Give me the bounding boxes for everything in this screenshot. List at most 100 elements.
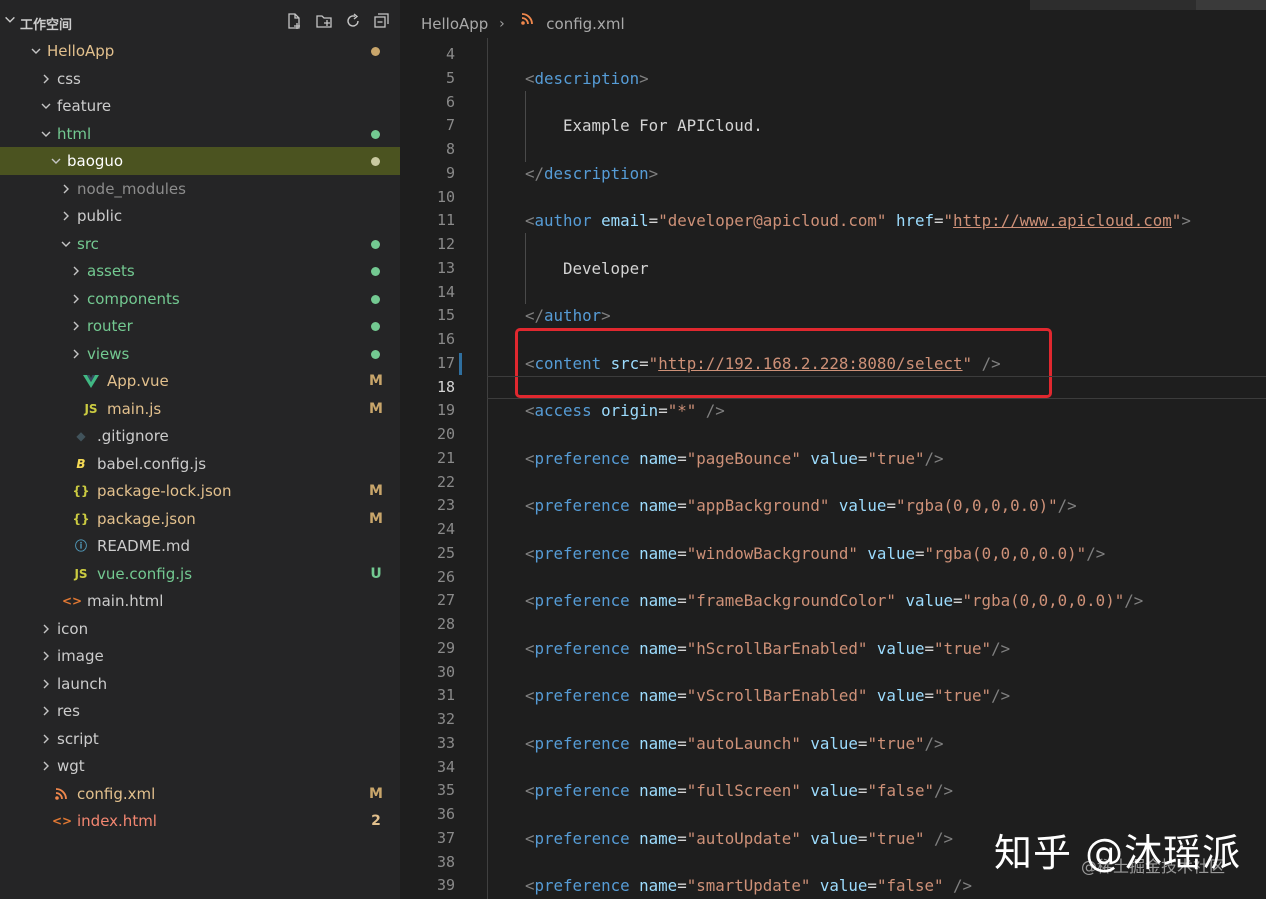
tree-item-label: baoguo (67, 152, 124, 171)
code-line[interactable]: 4 (401, 43, 1266, 67)
code-line[interactable]: 28 (401, 613, 1266, 637)
folder-item[interactable]: res (0, 697, 400, 725)
line-number: 22 (436, 472, 455, 491)
file-item[interactable]: ◆ .gitignore (0, 422, 400, 450)
chevron-right-icon[interactable] (60, 182, 72, 196)
code-line[interactable]: 35 <preference name="fullScreen" value="f… (401, 779, 1266, 803)
folder-item[interactable]: node_modules (0, 175, 400, 203)
code-line[interactable]: 31 <preference name="vScrollBarEnabled" v… (401, 684, 1266, 708)
line-number: 11 (436, 211, 455, 230)
folder-item[interactable]: icon (0, 615, 400, 643)
file-item[interactable]: App.vue M (0, 367, 400, 395)
folder-item[interactable]: public (0, 202, 400, 230)
line-number: 15 (436, 306, 455, 325)
folder-item[interactable]: src (0, 230, 400, 258)
new-folder-icon[interactable] (313, 10, 335, 32)
folder-item[interactable]: assets (0, 257, 400, 285)
chevron-right-icon[interactable] (70, 292, 82, 306)
chevron-right-icon[interactable] (60, 209, 72, 223)
folder-item[interactable]: router (0, 312, 400, 340)
code-line[interactable]: 14 (401, 281, 1266, 305)
code-line[interactable]: 8 (401, 138, 1266, 162)
chevron-down-icon[interactable] (40, 127, 52, 141)
collapse-all-icon[interactable] (371, 10, 393, 32)
folder-item[interactable]: wgt (0, 752, 400, 780)
code-line[interactable]: 25 <preference name="windowBackground" va… (401, 542, 1266, 566)
code-line[interactable]: 22 (401, 471, 1266, 495)
code-line[interactable]: 7 Example For APICloud. (401, 114, 1266, 138)
file-item[interactable]: {} package-lock.json M (0, 477, 400, 505)
code-line[interactable]: 5 <description> (401, 67, 1266, 91)
new-file-icon[interactable] (283, 10, 305, 32)
code-line[interactable]: 12 (401, 233, 1266, 257)
code-line[interactable]: 21 <preference name="pageBounce" value="t… (401, 447, 1266, 471)
git-file-icon: ◆ (76, 429, 86, 444)
folder-item[interactable]: script (0, 725, 400, 753)
folder-item[interactable]: feature (0, 92, 400, 120)
folder-item[interactable]: views (0, 340, 400, 368)
breadcrumb-file[interactable]: config.xml (546, 13, 624, 35)
chevron-right-icon[interactable] (40, 622, 52, 636)
folder-item[interactable]: HelloApp (0, 37, 400, 65)
line-number: 12 (436, 235, 455, 253)
code-text: Developer (563, 258, 649, 278)
refresh-icon[interactable] (342, 10, 364, 32)
code-line[interactable]: 11 <author email="developer@apicloud.com"… (401, 209, 1266, 233)
code-line[interactable]: 26 (401, 566, 1266, 590)
explorer-header: 工作空间 (0, 8, 400, 38)
tree-item-label: views (87, 344, 130, 363)
chevron-right-icon[interactable] (40, 72, 52, 86)
file-item[interactable]: JS main.js M (0, 395, 400, 423)
code-line[interactable]: 30 (401, 661, 1266, 685)
code-line[interactable]: 20 (401, 423, 1266, 447)
chevron-right-icon[interactable] (70, 264, 82, 278)
code-text: <preference name="vScrollBarEnabled" val… (525, 686, 1011, 706)
code-area[interactable]: 4 5 <description> 6 7 Example For APICloud. 8 9… (401, 43, 1266, 899)
folder-item[interactable]: baoguo (0, 147, 400, 175)
chevron-right-icon[interactable] (40, 649, 52, 663)
chevron-down-icon[interactable] (30, 44, 42, 58)
folder-item[interactable]: html (0, 120, 400, 148)
folder-item[interactable]: components (0, 285, 400, 313)
file-item[interactable]: <> index.html 2 (0, 807, 400, 835)
file-item[interactable]: ⓘ README.md (0, 532, 400, 560)
chevron-down-icon[interactable] (50, 154, 62, 168)
code-line[interactable]: 24 (401, 518, 1266, 542)
code-line[interactable]: 39 <preference name="smartUpdate" value="… (401, 874, 1266, 898)
chevron-down-icon[interactable] (3, 13, 17, 27)
code-line[interactable]: 29 <preference name="hScrollBarEnabled" v… (401, 637, 1266, 661)
code-line[interactable]: 34 (401, 756, 1266, 780)
file-item[interactable]: <> main.html (0, 587, 400, 615)
breadcrumb-folder[interactable]: HelloApp (421, 13, 488, 35)
code-line[interactable]: 33 <preference name="autoLaunch" value="t… (401, 732, 1266, 756)
code-line[interactable]: 23 <preference name="appBackground" value… (401, 494, 1266, 518)
explorer-sidebar: 工作空间 HelloApp css feature html baoguo node_mo… (0, 0, 400, 899)
rss-file-icon (520, 13, 533, 25)
folder-item[interactable]: launch (0, 670, 400, 698)
code-line[interactable]: 10 (401, 186, 1266, 210)
folder-item[interactable]: image (0, 642, 400, 670)
chevron-right-icon[interactable] (70, 347, 82, 361)
code-line[interactable]: 27 <preference name="frameBackgroundColor… (401, 589, 1266, 613)
chevron-down-icon[interactable] (40, 99, 52, 113)
file-item[interactable]: JS vue.config.js U (0, 560, 400, 588)
code-line[interactable]: 13 Developer (401, 257, 1266, 281)
chevron-right-icon[interactable] (40, 759, 52, 773)
folder-item[interactable]: css (0, 65, 400, 93)
line-number: 10 (436, 187, 455, 206)
code-line[interactable]: 6 (401, 91, 1266, 115)
code-line[interactable]: 32 (401, 708, 1266, 732)
code-line[interactable]: 15 </author> (401, 304, 1266, 328)
chevron-right-icon[interactable] (40, 732, 52, 746)
file-item[interactable]: {} package.json M (0, 505, 400, 533)
chevron-right-icon[interactable] (40, 704, 52, 718)
file-item[interactable]: Bbabel.config.js (0, 450, 400, 478)
line-number: 21 (436, 448, 455, 467)
tree-item-label: App.vue (107, 372, 169, 391)
code-line[interactable]: 19 <access origin="*" /> (401, 399, 1266, 423)
file-item[interactable]: config.xml M (0, 780, 400, 808)
chevron-down-icon[interactable] (60, 237, 72, 251)
code-line[interactable]: 9 </description> (401, 162, 1266, 186)
chevron-right-icon[interactable] (40, 677, 52, 691)
chevron-right-icon[interactable] (70, 319, 82, 333)
